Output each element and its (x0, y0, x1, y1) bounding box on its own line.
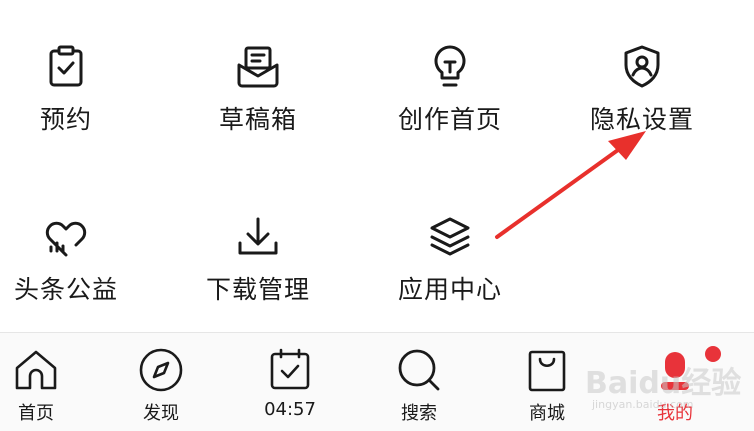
calendar-check-icon (265, 345, 315, 395)
home-icon (11, 345, 61, 395)
shopping-bag-icon (522, 345, 572, 395)
tab-clock[interactable]: 04:57 (227, 333, 353, 431)
tab-label: 搜索 (401, 403, 437, 424)
watermark-logo: Baidu经验 (585, 366, 742, 401)
tab-label: 商城 (529, 403, 565, 424)
tab-label: 发现 (143, 403, 179, 424)
menu-item-creator-home[interactable]: 创作首页 (356, 0, 544, 160)
menu-item-label: 下载管理 (205, 275, 310, 304)
tab-label: 04:57 (264, 399, 316, 420)
search-icon (394, 345, 444, 395)
download-icon (231, 210, 285, 264)
menu-item-app-center[interactable]: 应用中心 (356, 170, 544, 330)
heart-chart-icon (39, 210, 93, 264)
compass-icon (136, 345, 186, 395)
menu-item-label: 应用中心 (397, 275, 502, 304)
tab-label: 首页 (18, 403, 54, 424)
tab-search[interactable]: 搜索 (356, 333, 482, 431)
draft-box-icon (231, 40, 285, 94)
clipboard-check-icon (39, 40, 93, 94)
menu-item-privacy-settings[interactable]: 隐私设置 (548, 0, 736, 160)
menu-item-label: 创作首页 (397, 105, 502, 134)
menu-item-drafts[interactable]: 草稿箱 (164, 0, 352, 160)
menu-item-label: 隐私设置 (589, 105, 694, 134)
menu-grid: 预约 草稿箱 创作首页 隐私设置 头条公益 下载管理 应用中心 (0, 0, 754, 332)
tab-discover[interactable]: 发现 (98, 333, 224, 431)
lightbulb-icon (423, 40, 477, 94)
menu-item-download-manager[interactable]: 下载管理 (164, 170, 352, 330)
watermark-url: jingyan.baidu.com (592, 398, 694, 411)
menu-item-charity[interactable]: 头条公益 (0, 170, 160, 330)
menu-item-label: 头条公益 (13, 275, 118, 304)
tab-home[interactable]: 首页 (0, 333, 99, 431)
menu-item-label: 预约 (39, 105, 92, 134)
layers-icon (423, 210, 477, 264)
menu-item-reservation[interactable]: 预约 (0, 0, 160, 160)
menu-item-label: 草稿箱 (218, 105, 297, 134)
shield-user-icon (615, 40, 669, 94)
